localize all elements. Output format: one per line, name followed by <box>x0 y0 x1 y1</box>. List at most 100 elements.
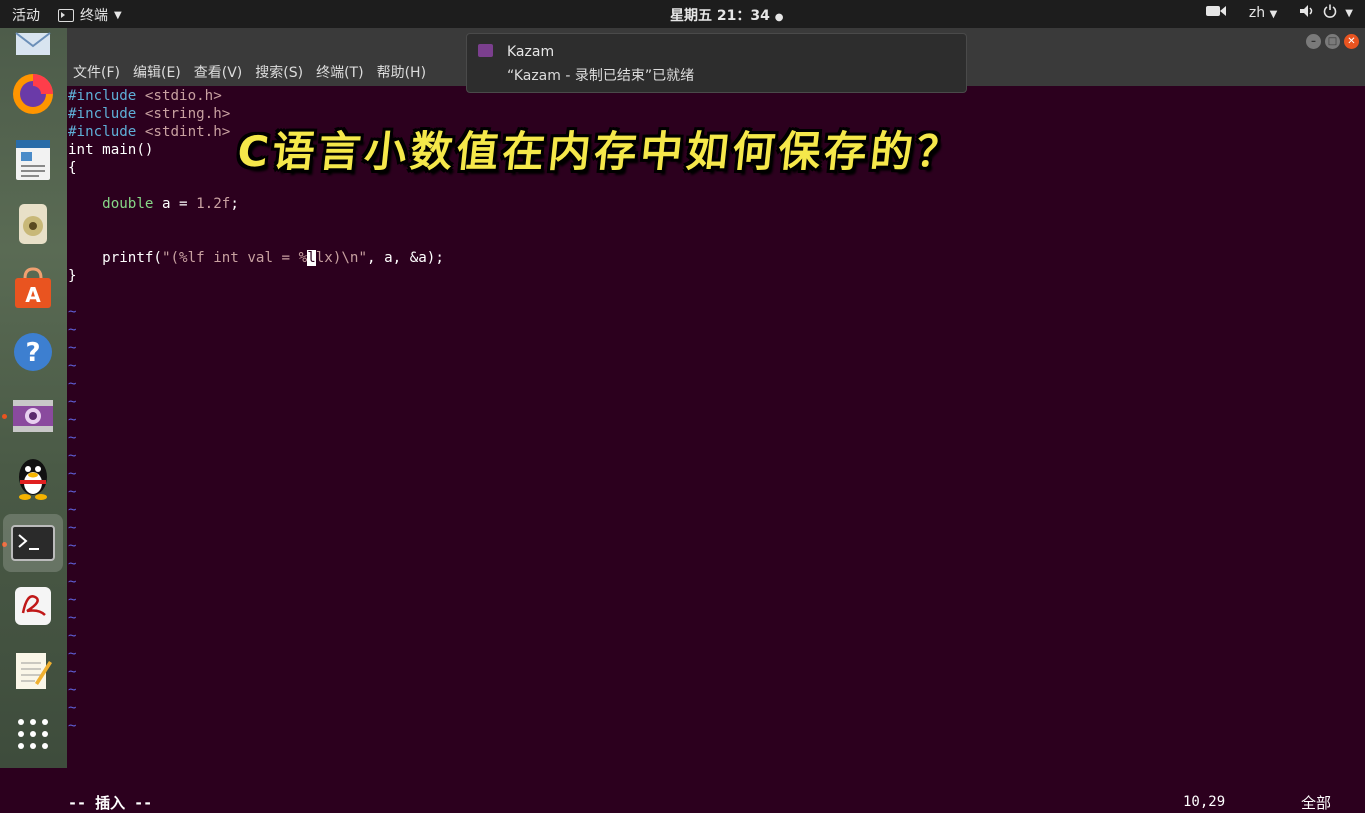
empty-line-marker: ~ <box>68 394 77 410</box>
menu-edit[interactable]: 编辑(E) <box>133 62 181 82</box>
menu-help[interactable]: 帮助(H) <box>377 62 426 82</box>
code-token: a = <box>153 196 197 212</box>
svg-text:A: A <box>25 283 41 307</box>
help-icon[interactable]: ? <box>11 330 55 374</box>
code-token: <string.h> <box>144 106 231 122</box>
language-label: zh <box>1248 5 1266 21</box>
code-token: 1.2f <box>196 196 231 212</box>
chevron-down-icon: ▼ <box>114 9 122 21</box>
empty-line-marker: ~ <box>68 358 77 374</box>
vim-mode-indicator: -- 插入 -- <box>68 794 153 812</box>
empty-line-marker: ~ <box>68 376 77 392</box>
close-icon: ✕ <box>1347 36 1356 47</box>
code-line: { <box>68 160 77 176</box>
menu-bar: 文件(F) 编辑(E) 查看(V) 搜索(S) 终端(T) 帮助(H) <box>73 62 426 82</box>
code-token: #include <box>68 88 145 104</box>
code-line: double a = 1.2f; <box>68 195 239 213</box>
close-button[interactable]: ✕ <box>1344 34 1359 49</box>
maximize-button[interactable]: □ <box>1325 34 1340 49</box>
empty-line-marker: ~ <box>68 466 77 482</box>
menu-view[interactable]: 查看(V) <box>194 62 243 82</box>
terminal-dock-icon[interactable] <box>3 514 63 572</box>
empty-line-marker: ~ <box>68 574 77 590</box>
firefox-icon[interactable] <box>11 72 55 116</box>
empty-line-marker: ~ <box>68 610 77 626</box>
empty-line-marker: ~ <box>68 448 77 464</box>
empty-line-marker: ~ <box>68 664 77 680</box>
empty-line-marker: ~ <box>68 520 77 536</box>
empty-line-marker: ~ <box>68 682 77 698</box>
top-bar: 活动 终端 ▼ 星期五 21：34 ● zh ▼ ▼ <box>0 0 1365 28</box>
clock[interactable]: 星期五 21：34 ● <box>670 5 783 25</box>
kazam-icon <box>478 44 493 57</box>
code-token: <stdint.h> <box>144 124 231 140</box>
code-token: ; <box>230 196 239 212</box>
menu-terminal[interactable]: 终端(T) <box>316 62 363 82</box>
empty-line-marker: ~ <box>68 412 77 428</box>
language-indicator[interactable]: zh ▼ <box>1249 5 1277 21</box>
code-token: #include <box>68 124 145 140</box>
system-menu[interactable]: ▼ <box>1299 4 1353 22</box>
code-line: int main() <box>68 142 154 158</box>
code-token: #include <box>68 106 145 122</box>
empty-line-marker: ~ <box>68 646 77 662</box>
empty-line-marker: ~ <box>68 430 77 446</box>
chevron-down-icon: ▼ <box>1269 9 1278 20</box>
notification-title: Kazam <box>507 44 555 60</box>
text-editor-icon[interactable] <box>11 648 55 692</box>
code-line: printf("(%lf int val = %llx)\n", a, &a); <box>68 249 444 267</box>
dock: A ? <box>0 28 67 768</box>
running-indicator <box>2 414 7 419</box>
app-menu[interactable]: 终端 ▼ <box>58 5 122 25</box>
cursor-position: 10,29 <box>1183 794 1226 810</box>
empty-line-marker: ~ <box>68 700 77 716</box>
code-token: , a, &a); <box>366 250 444 266</box>
app-menu-label: 终端 <box>80 8 108 24</box>
scroll-position: 全部 <box>1301 794 1332 812</box>
text-cursor: l <box>307 250 316 266</box>
empty-line-marker: ~ <box>68 322 77 338</box>
minimize-button[interactable]: – <box>1306 34 1321 49</box>
clock-label: 星期五 21：34 <box>670 8 770 24</box>
code-token: <stdio.h> <box>144 88 222 104</box>
video-caption: C语言小数值在内存中如何保存的？ <box>235 127 966 176</box>
terminal-icon <box>58 8 74 22</box>
empty-line-marker: ~ <box>68 628 77 644</box>
show-applications-icon[interactable] <box>11 712 55 756</box>
menu-file[interactable]: 文件(F) <box>73 62 120 82</box>
code-line: #include <string.h> <box>68 105 230 123</box>
empty-line-marker: ~ <box>68 304 77 320</box>
empty-line-marker: ~ <box>68 592 77 608</box>
minimize-icon: – <box>1311 36 1316 47</box>
rhythmbox-icon[interactable] <box>11 202 55 246</box>
empty-line-marker: ~ <box>68 502 77 518</box>
document-viewer-icon[interactable] <box>11 584 55 628</box>
notification-body: “Kazam - 录制已结束”已就绪 <box>507 68 695 84</box>
thunderbird-icon[interactable] <box>11 22 55 66</box>
code-line: #include <stdint.h> <box>68 123 230 141</box>
vim-editor[interactable]: #include <stdio.h> #include <string.h> #… <box>67 86 1357 812</box>
empty-line-marker: ~ <box>68 718 77 734</box>
empty-line-marker: ~ <box>68 556 77 572</box>
kazam-icon[interactable] <box>11 394 55 438</box>
camera-icon[interactable] <box>1205 4 1227 22</box>
volume-icon <box>1299 4 1315 22</box>
chevron-down-icon: ▼ <box>1345 7 1353 19</box>
power-icon <box>1323 4 1337 22</box>
code-token: double <box>102 196 154 212</box>
empty-line-marker: ~ <box>68 538 77 554</box>
code-token: printf( <box>68 250 162 266</box>
empty-line-marker: ~ <box>68 340 77 356</box>
svg-text:?: ? <box>25 338 40 368</box>
menu-search[interactable]: 搜索(S) <box>255 62 303 82</box>
libreoffice-writer-icon[interactable] <box>11 138 55 182</box>
code-token: lx)\n" <box>315 250 367 266</box>
window-controls: – □ ✕ <box>1306 34 1359 49</box>
empty-line-marker: ~ <box>68 484 77 500</box>
maximize-icon: □ <box>1327 36 1338 47</box>
kazam-notification[interactable]: Kazam “Kazam - 录制已结束”已就绪 <box>466 33 967 93</box>
code-token: "(%lf int val = % <box>161 250 308 266</box>
ubuntu-software-icon[interactable]: A <box>11 266 55 310</box>
scrollbar[interactable] <box>1359 86 1365 768</box>
qq-icon[interactable] <box>11 456 55 500</box>
